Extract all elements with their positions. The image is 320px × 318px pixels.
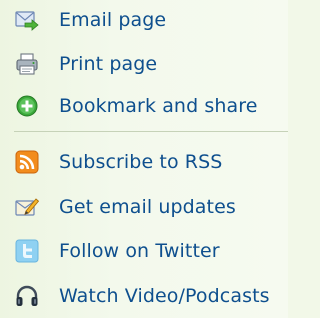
email-icon (15, 11, 39, 31)
headphones-icon (16, 285, 38, 306)
bookmark-add-icon (16, 95, 38, 117)
follow-twitter-label: Follow on Twitter (59, 240, 220, 262)
bookmark-and-share-label: Bookmark and share (59, 95, 258, 117)
printer-icon (16, 53, 38, 75)
email-updates-icon (15, 198, 39, 216)
watch-video-podcasts-label: Watch Video/Podcasts (59, 285, 270, 307)
get-email-updates-link[interactable]: Get email updates (0, 190, 288, 224)
email-page-label: Email page (59, 9, 167, 31)
print-page-link[interactable]: Print page (0, 47, 288, 81)
share-follow-panel: Email page Print page Bookmark and share (0, 0, 288, 318)
rss-icon (15, 150, 39, 174)
follow-twitter-link[interactable]: Follow on Twitter (0, 234, 288, 268)
bookmark-and-share-link[interactable]: Bookmark and share (0, 89, 288, 123)
subscribe-rss-label: Subscribe to RSS (59, 151, 223, 173)
twitter-icon (15, 239, 39, 263)
section-divider (14, 131, 288, 132)
print-page-label: Print page (59, 53, 158, 75)
subscribe-rss-link[interactable]: Subscribe to RSS (0, 145, 288, 179)
watch-video-podcasts-link[interactable]: Watch Video/Podcasts (0, 279, 288, 313)
email-page-link[interactable]: Email page (0, 3, 288, 37)
get-email-updates-label: Get email updates (59, 196, 236, 218)
